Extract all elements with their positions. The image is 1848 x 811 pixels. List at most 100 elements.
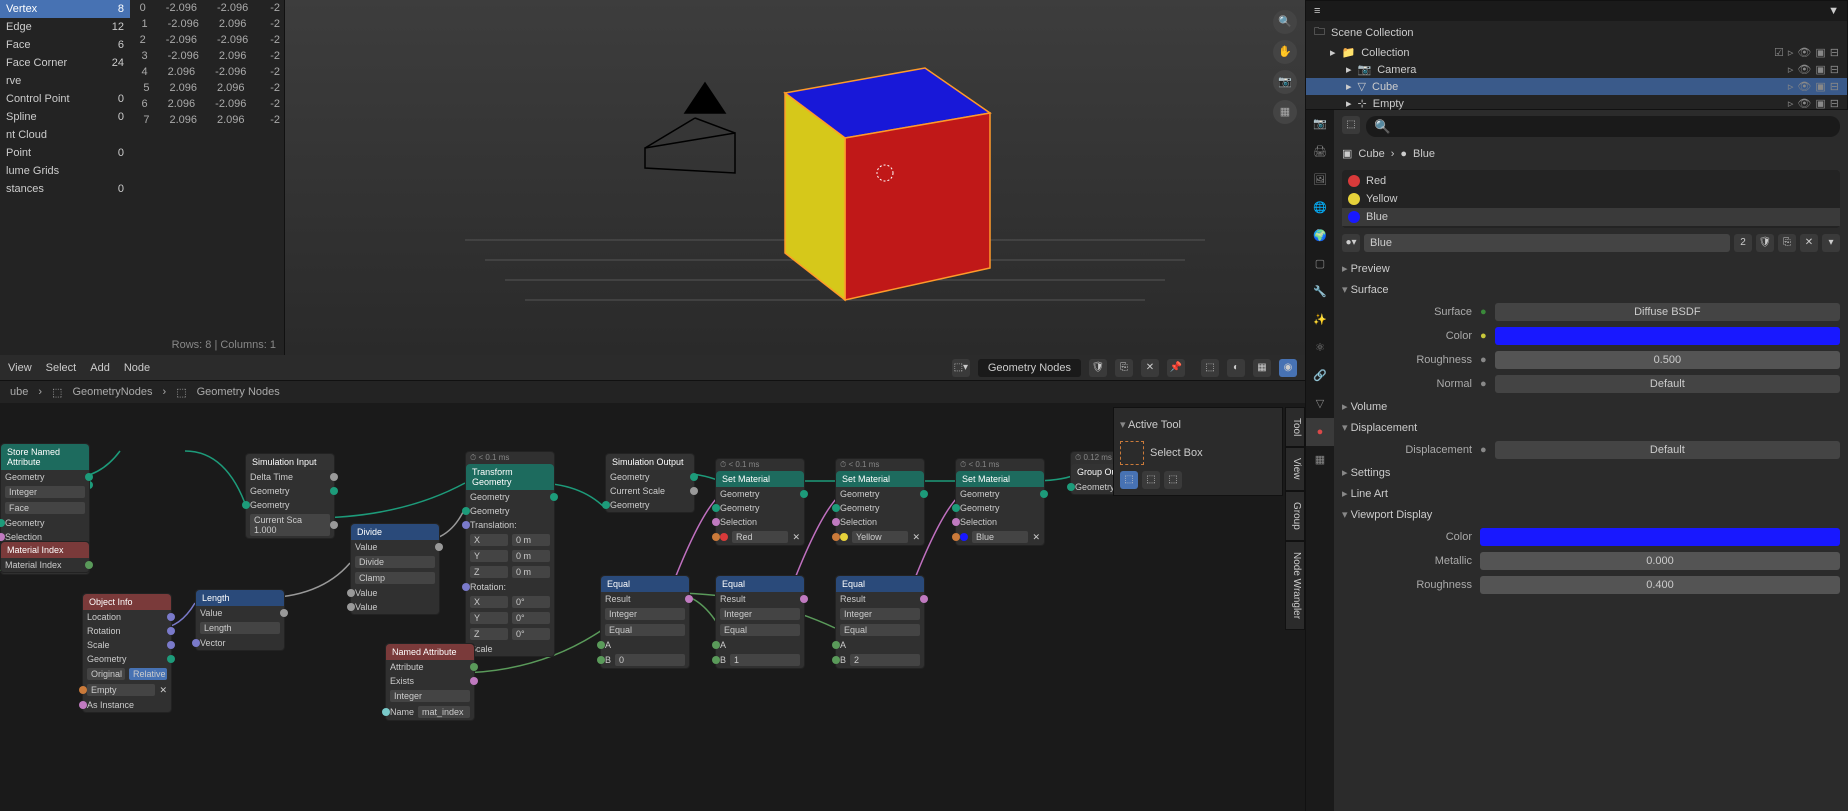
breadcrumb-item[interactable]: GeometryNodes: [72, 386, 152, 398]
node-dropdown[interactable]: Integer: [605, 608, 685, 620]
normal-value[interactable]: Default: [1495, 375, 1840, 393]
node-setmat-2[interactable]: ⏱ < 0.1 ms Set Material Geometry Geometr…: [835, 458, 925, 546]
selectable-icon[interactable]: ▹: [1788, 97, 1794, 110]
disable-icon[interactable]: ⊟: [1830, 46, 1839, 59]
nodetree-name[interactable]: Geometry Nodes: [978, 359, 1081, 377]
tab-particles[interactable]: ✨: [1306, 306, 1334, 334]
outliner-item[interactable]: ▸▽Cube▹👁▣⊟: [1306, 78, 1847, 95]
side-tab-view[interactable]: View: [1285, 447, 1305, 491]
node-link-icon[interactable]: ●: [1480, 444, 1487, 456]
overlay3-icon[interactable]: ◉: [1279, 359, 1297, 377]
disable-icon[interactable]: ⊟: [1830, 80, 1839, 93]
domain-row[interactable]: Control Point0: [0, 90, 130, 108]
breadcrumb-item[interactable]: Geometry Nodes: [197, 386, 280, 398]
section-surface[interactable]: Surface: [1342, 279, 1840, 300]
section-volume[interactable]: Volume: [1342, 396, 1840, 417]
node-dropdown[interactable]: Integer: [720, 608, 800, 620]
roughness-slider[interactable]: 0.500: [1495, 351, 1840, 369]
domain-row[interactable]: lume Grids: [0, 162, 130, 180]
node-dropdown[interactable]: Integer: [840, 608, 920, 620]
node-dropdown[interactable]: Integer: [390, 690, 470, 702]
domain-row[interactable]: nt Cloud: [0, 126, 130, 144]
node-link-icon[interactable]: ●: [1480, 306, 1487, 318]
table-row[interactable]: 2-2.096-2.096-2: [134, 32, 280, 48]
node-value[interactable]: 0 m: [512, 566, 550, 578]
node-length[interactable]: Length Value Length Vector: [195, 589, 285, 651]
fake-user-icon[interactable]: 🛡: [1756, 234, 1774, 252]
unlink-material-icon[interactable]: ✕: [1800, 234, 1818, 252]
nodetree-type-icon[interactable]: ⬚▾: [952, 359, 970, 377]
selectable-icon[interactable]: ▹: [1788, 63, 1794, 76]
vp-color-swatch[interactable]: [1480, 528, 1840, 546]
tool-panel-header[interactable]: Active Tool: [1120, 414, 1276, 435]
node-sim-input[interactable]: Simulation Input Delta Time Geometry Geo…: [245, 453, 335, 539]
active-material-name[interactable]: Blue: [1364, 234, 1730, 252]
node-transform[interactable]: ⏱ < 0.1 ms Transform Geometry Geometry G…: [465, 451, 555, 657]
breadcrumb-material[interactable]: Blue: [1413, 148, 1435, 160]
node-value[interactable]: 0: [615, 654, 685, 666]
tab-physics[interactable]: ⚛: [1306, 334, 1334, 362]
node-object-info[interactable]: Object Info Location Rotation Scale Geom…: [82, 593, 172, 713]
side-tab-group[interactable]: Group: [1285, 491, 1305, 541]
pan-icon[interactable]: ✋: [1273, 40, 1297, 64]
select-mode-3[interactable]: ⬚: [1164, 471, 1182, 489]
material-picker[interactable]: Blue: [972, 531, 1028, 543]
menu-node[interactable]: Node: [124, 362, 150, 374]
section-displacement[interactable]: Displacement: [1342, 417, 1840, 438]
selectable-icon[interactable]: ▹: [1788, 80, 1794, 93]
select-mode-1[interactable]: ⬚: [1120, 471, 1138, 489]
node-dropdown[interactable]: Integer: [5, 486, 85, 498]
disable-icon[interactable]: ⊟: [1830, 97, 1839, 110]
material-slot[interactable]: Blue: [1342, 208, 1840, 226]
node-link-icon[interactable]: ●: [1480, 330, 1487, 342]
close-icon[interactable]: ✕: [792, 532, 800, 543]
selectable-icon[interactable]: ▹: [1788, 46, 1794, 59]
material-users-count[interactable]: 2: [1734, 234, 1752, 252]
side-tab-node-wrangler[interactable]: Node Wrangler: [1285, 541, 1305, 630]
domain-row[interactable]: Face6: [0, 36, 130, 54]
node-dropdown[interactable]: Equal: [605, 624, 685, 636]
tab-view[interactable]: 🖼: [1306, 166, 1334, 194]
node-equal-1[interactable]: Equal Result Integer Equal A B0: [600, 575, 690, 669]
close-icon[interactable]: ✕: [1032, 532, 1040, 543]
node-setmat-3[interactable]: ⏱ < 0.1 ms Set Material Geometry Geometr…: [955, 458, 1045, 546]
render-icon[interactable]: ▣: [1815, 63, 1825, 76]
domain-row[interactable]: Face Corner24: [0, 54, 130, 72]
node-value[interactable]: 0°: [512, 628, 550, 640]
visibility-icon[interactable]: 👁: [1797, 46, 1811, 59]
tab-texture[interactable]: ▦: [1306, 446, 1334, 474]
section-preview[interactable]: Preview: [1342, 258, 1840, 279]
side-tab-tool[interactable]: Tool: [1285, 407, 1305, 447]
table-row[interactable]: 0-2.096-2.096-2: [134, 0, 280, 16]
node-link-icon[interactable]: ●: [1480, 354, 1487, 366]
tab-modifiers[interactable]: 🔧: [1306, 278, 1334, 306]
node-value[interactable]: Current Sca 1.000: [250, 514, 330, 536]
node-value[interactable]: 0 m: [512, 534, 550, 546]
breadcrumb-object[interactable]: Cube: [1358, 148, 1384, 160]
render-icon[interactable]: ▣: [1815, 46, 1825, 59]
node-setmat-1[interactable]: ⏱ < 0.1 ms Set Material Geometry Geometr…: [715, 458, 805, 546]
table-row[interactable]: 42.096-2.096-2: [134, 64, 280, 80]
node-value[interactable]: 0°: [512, 612, 550, 624]
scene-collection-row[interactable]: 🗀 Scene Collection: [1306, 21, 1847, 44]
select-mode-2[interactable]: ⬚: [1142, 471, 1160, 489]
visibility-icon[interactable]: 👁: [1797, 63, 1811, 76]
close-icon[interactable]: ✕: [912, 532, 920, 543]
node-named-attr[interactable]: Named Attribute Attribute Exists Integer…: [385, 643, 475, 721]
node-dropdown[interactable]: Equal: [840, 624, 920, 636]
render-icon[interactable]: ▣: [1815, 97, 1825, 110]
table-row[interactable]: 62.096-2.096-2: [134, 96, 280, 112]
tab-constraints[interactable]: 🔗: [1306, 362, 1334, 390]
node-value[interactable]: 2: [850, 654, 920, 666]
node-divide[interactable]: Divide Value Divide Clamp Value Value: [350, 523, 440, 615]
domain-row[interactable]: Edge12: [0, 18, 130, 36]
node-dropdown[interactable]: Length: [200, 622, 280, 634]
close-icon[interactable]: ✕: [159, 685, 167, 696]
node-sim-output[interactable]: Simulation Output Geometry Current Scale…: [605, 453, 695, 513]
menu-select[interactable]: Select: [46, 362, 77, 374]
node-dropdown[interactable]: Divide: [355, 556, 435, 568]
render-icon[interactable]: ▣: [1815, 80, 1825, 93]
unlink-nodetree-icon[interactable]: ✕: [1141, 359, 1159, 377]
tab-material[interactable]: ●: [1306, 418, 1334, 446]
material-picker[interactable]: Red: [732, 531, 788, 543]
